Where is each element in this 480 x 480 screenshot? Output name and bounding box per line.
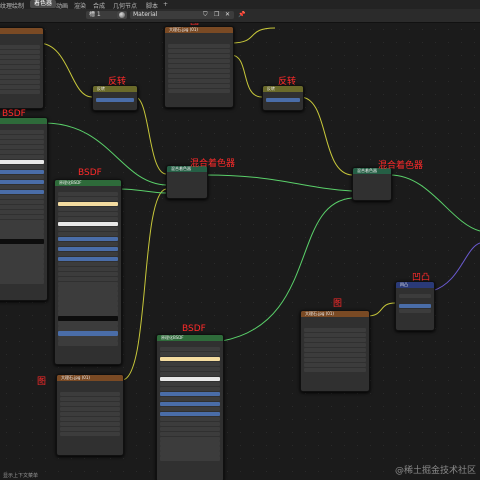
annotation-image-left-bottom: 图 [37, 377, 47, 387]
status-text: 显示上下文菜单 [3, 473, 39, 479]
annotation-bsdf-top-left: BSDF [2, 109, 26, 119]
slot-label: 槽 1 [89, 11, 101, 18]
node-header [0, 28, 43, 34]
node-title: 原理化BSDF [55, 180, 121, 186]
image-texture-node-right[interactable]: 大理石.jpg (01) [300, 310, 370, 392]
pin-icon: 📌 [238, 11, 246, 18]
image-texture-node-bottom-left[interactable]: 大理石.jpg (01) [56, 374, 124, 456]
material-name: Material [133, 11, 158, 18]
annotation-invert-right: 反转 [278, 77, 297, 87]
mix-shader-node-right[interactable]: 混合着色器 [352, 167, 392, 201]
annotation-mix-right: 混合着色器 [378, 161, 424, 171]
mix-shader-node-left[interactable]: 混合着色器 [166, 165, 208, 199]
node-title: 原理化BSDF [157, 335, 223, 341]
node-title: 大理石.jpg (01) [301, 311, 369, 317]
tab-shading[interactable]: 着色器 [30, 0, 57, 8]
annotation-bsdf-middle: BSDF [78, 168, 102, 178]
annotation-image-right: 图 [333, 299, 343, 309]
annotation-image-top: 图 [190, 23, 199, 27]
copy-icon: ❐ [214, 11, 220, 18]
annotation-invert-left: 反转 [108, 77, 127, 87]
close-icon: ✕ [225, 11, 231, 18]
invert-node-left[interactable]: 反转 [92, 85, 138, 111]
watermark: @稀土掘金技术社区 [394, 466, 476, 476]
material-sphere-icon [119, 12, 125, 18]
node-title: 大理石.jpg (01) [57, 375, 123, 381]
add-workspace-button[interactable]: + [163, 1, 168, 8]
node-title: 大理石.jpg (01) [165, 27, 233, 33]
principled-bsdf-node-bottom[interactable]: 原理化BSDF [156, 334, 224, 480]
annotation-bump: 凹凸 [412, 273, 431, 283]
node-editor-header: 槽 1 Material ⛉ ❐ ✕ 📌 [0, 9, 480, 23]
principled-bsdf-node-middle[interactable]: 原理化BSDF [54, 179, 122, 365]
node-canvas[interactable]: 大理石.jpg (01) 反转 反转 混合着色器 混合着色器 原理化BSDF 大… [0, 23, 480, 480]
shield-icon: ⛉ [203, 11, 208, 18]
bump-node[interactable]: 凹凸 [395, 281, 435, 331]
invert-node-right[interactable]: 反转 [262, 85, 304, 111]
slot-selector[interactable]: 槽 1 [86, 11, 118, 19]
unlink-material-button[interactable]: ✕ [222, 11, 234, 19]
material-name-field[interactable]: Material [130, 11, 204, 19]
pin-button[interactable]: 📌 [235, 11, 247, 19]
status-footer: 显示上下文菜单 [0, 471, 41, 480]
image-texture-node-top[interactable]: 大理石.jpg (01) [164, 26, 234, 108]
annotation-mix-left: 混合着色器 [190, 159, 236, 169]
image-texture-node-left-edge[interactable] [0, 27, 44, 109]
material-browse-button[interactable] [117, 11, 127, 19]
principled-bsdf-node-left-edge[interactable] [0, 117, 48, 301]
annotation-bsdf-bottom: BSDF [182, 324, 206, 334]
